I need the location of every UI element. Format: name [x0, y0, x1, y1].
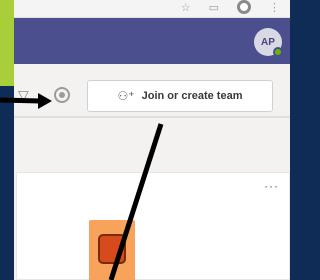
teams-main-content: ▽ ⚇⁺ Join or create team ···	[14, 64, 290, 280]
team-avatar-tile[interactable]	[89, 220, 135, 280]
more-vertical-icon[interactable]: ⋮	[269, 1, 280, 15]
avatar[interactable]: AP	[254, 28, 283, 57]
browser-icons: ☆ ▭ ⋮	[181, 0, 280, 15]
toolbar-divider	[14, 116, 290, 118]
teams-header-bar: AP	[14, 18, 290, 64]
browser-toolbar: ☆ ▭ ⋮	[12, 0, 290, 18]
settings-icon[interactable]	[54, 87, 70, 103]
slide-accent-strip	[0, 0, 14, 86]
filter-icon[interactable]: ▽	[18, 88, 29, 104]
more-options-icon[interactable]: ···	[264, 179, 279, 193]
team-avatar-icon	[98, 234, 126, 264]
extension-icon[interactable]: ▭	[209, 1, 219, 15]
presence-status-icon	[273, 47, 283, 57]
join-button-label: Join or create team	[141, 90, 243, 102]
profile-icon[interactable]	[237, 0, 251, 14]
join-or-create-team-button[interactable]: ⚇⁺ Join or create team	[87, 80, 273, 112]
avatar-initials: AP	[261, 36, 275, 48]
team-card[interactable]: ···	[16, 172, 290, 280]
star-icon[interactable]: ☆	[181, 1, 191, 15]
people-add-icon: ⚇⁺	[117, 89, 135, 103]
